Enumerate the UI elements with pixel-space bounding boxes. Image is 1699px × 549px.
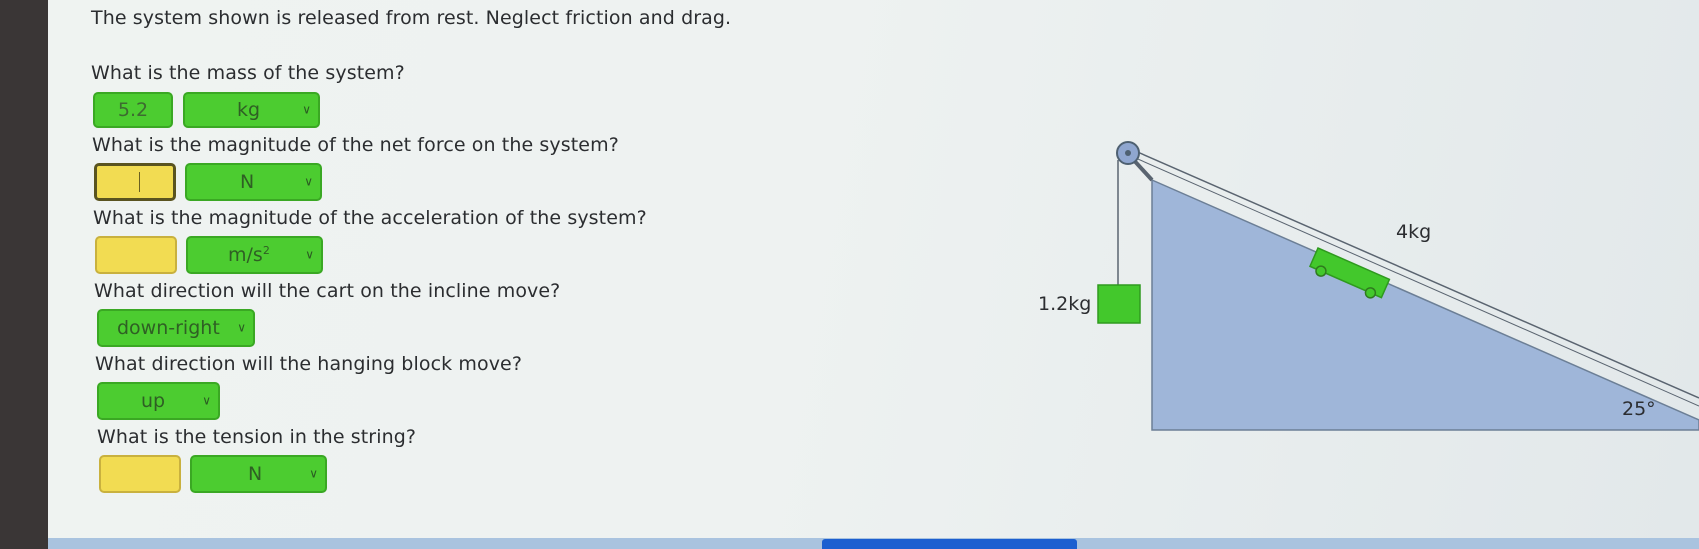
chevron-down-icon: ∨ — [237, 320, 246, 335]
question-mass: What is the mass of the system? — [91, 62, 405, 84]
question-cart-direction: What direction will the cart on the incl… — [94, 280, 561, 302]
question-acceleration: What is the magnitude of the acceleratio… — [93, 207, 647, 229]
monitor-bezel — [0, 0, 48, 549]
chevron-down-icon: ∨ — [304, 174, 313, 189]
submit-button[interactable] — [822, 539, 1077, 549]
tension-answer-input[interactable] — [99, 455, 181, 493]
acceleration-answer-input[interactable] — [95, 236, 177, 274]
chevron-down-icon: ∨ — [202, 393, 211, 408]
cart-direction-select[interactable]: down-right ∨ — [97, 309, 255, 347]
hanging-block — [1097, 284, 1141, 324]
question-block-direction: What direction will the hanging block mo… — [95, 353, 523, 375]
tension-unit-label: N — [248, 463, 263, 485]
acceleration-unit-select[interactable]: m/s2 ∨ — [186, 236, 323, 274]
mass-answer-input[interactable]: 5.2 — [93, 92, 173, 128]
block-direction-label: up — [141, 390, 166, 412]
hanging-mass-label: 1.2kg — [1038, 293, 1091, 315]
chevron-down-icon: ∨ — [309, 466, 318, 481]
cart-mass-label: 4kg — [1396, 221, 1431, 243]
question-net-force: What is the magnitude of the net force o… — [92, 134, 619, 156]
acceleration-unit-label: m/s2 — [228, 243, 270, 267]
question-tension: What is the tension in the string? — [97, 426, 417, 448]
incline-angle-label: 25° — [1622, 398, 1656, 420]
incline-plane — [1151, 178, 1699, 431]
net-force-unit-label: N — [240, 171, 255, 193]
net-force-answer-input[interactable] — [94, 163, 176, 201]
chevron-down-icon: ∨ — [302, 102, 311, 117]
problem-statement: The system shown is released from rest. … — [91, 7, 732, 29]
tension-unit-select[interactable]: N ∨ — [190, 455, 327, 493]
cart-direction-label: down-right — [117, 317, 220, 339]
mass-unit-label: kg — [237, 99, 261, 121]
chevron-down-icon: ∨ — [305, 247, 314, 262]
net-force-unit-select[interactable]: N ∨ — [185, 163, 322, 201]
block-direction-select[interactable]: up ∨ — [97, 382, 220, 420]
incline-pulley-diagram: 1.2kg 4kg 25° — [1038, 141, 1699, 431]
text-cursor — [139, 172, 140, 192]
mass-unit-select[interactable]: kg ∨ — [183, 92, 320, 128]
pulley-icon — [1116, 141, 1140, 165]
